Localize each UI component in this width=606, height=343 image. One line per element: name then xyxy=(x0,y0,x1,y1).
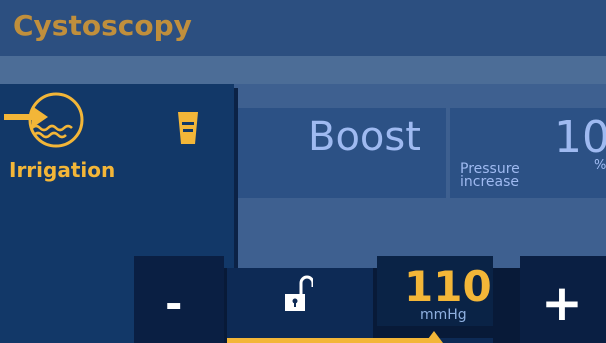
pressure-unit: mmHg xyxy=(420,307,467,323)
pressure-level-bar xyxy=(227,338,434,343)
boost-label: Boost xyxy=(308,114,421,160)
header-strip xyxy=(0,56,606,84)
pressure-label-line2: increase xyxy=(460,174,520,190)
irrigation-label: Irrigation xyxy=(9,158,116,182)
irrigation-icon xyxy=(4,92,84,148)
page-title: Cystoscopy xyxy=(13,9,192,42)
cup-icon[interactable] xyxy=(176,110,200,146)
minus-icon: - xyxy=(165,279,183,328)
pressure-increase-value: 10 xyxy=(554,112,606,163)
pressure-increase-label: Pressure increase xyxy=(460,162,540,190)
unlocked-padlock-icon xyxy=(285,275,313,311)
pressure-level-pointer-icon xyxy=(425,331,443,343)
plus-icon: + xyxy=(541,274,583,332)
pressure-increase-unit: % xyxy=(594,158,606,173)
pressure-setpoint: 110 xyxy=(404,262,492,311)
